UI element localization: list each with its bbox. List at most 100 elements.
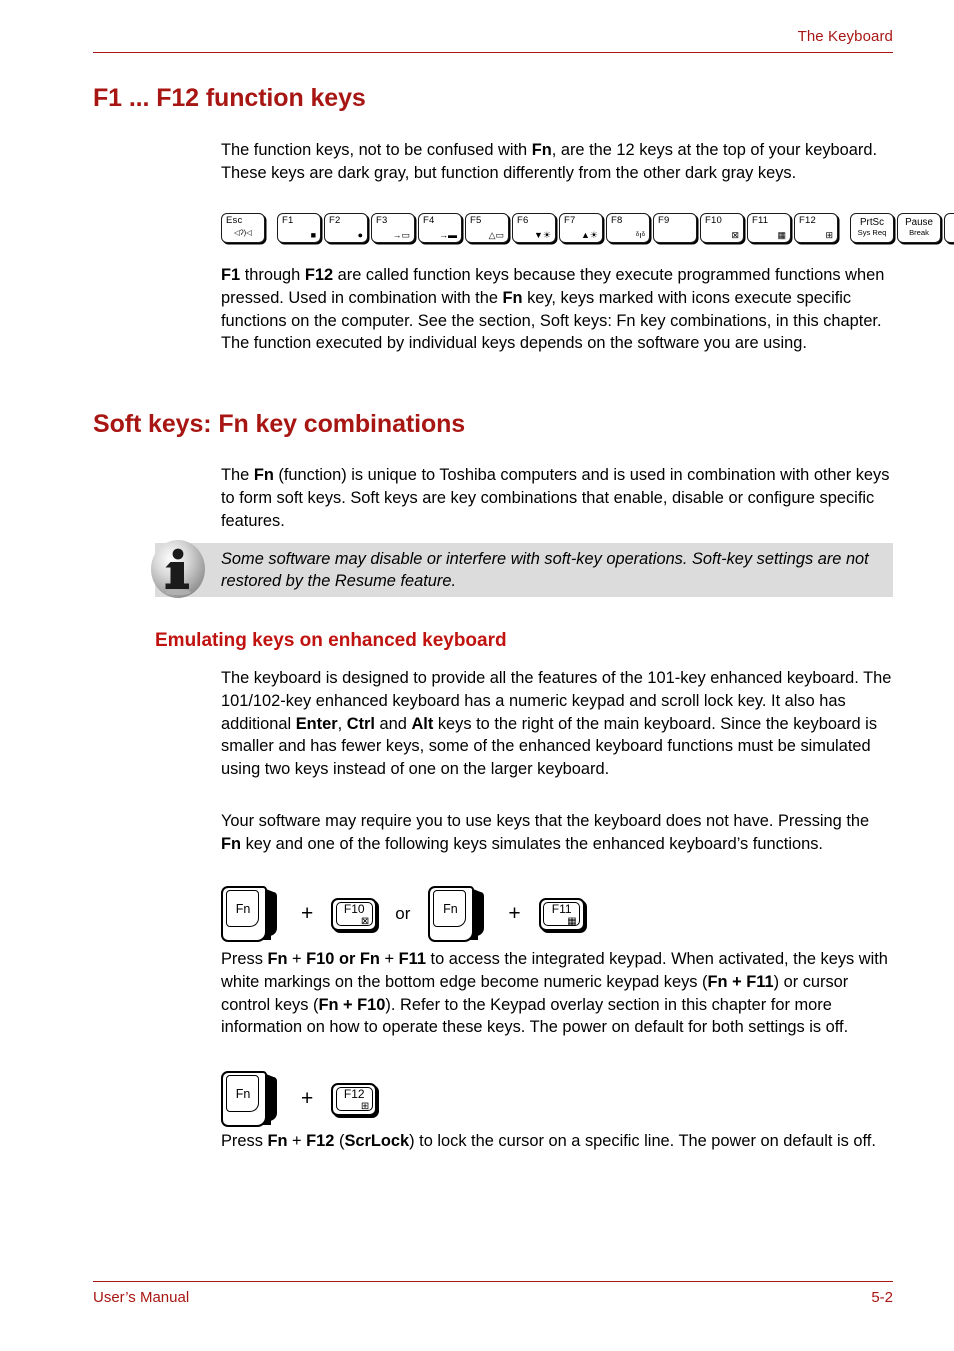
p4-bold-enter: Enter: [295, 714, 338, 733]
p6-bold-fn-f10: Fn + F10: [318, 995, 386, 1014]
p4-bold-ctrl: Ctrl: [346, 714, 375, 733]
p6-part-a: Press: [221, 950, 268, 968]
key-f10-label: F10: [705, 215, 722, 226]
key-f12-label: F12: [799, 215, 816, 226]
key-esc: Esc ◁ʔ)◁: [221, 213, 265, 243]
p2-part-b: through: [240, 266, 305, 284]
p1-bold-fn: Fn: [531, 141, 552, 159]
p7-part-e: (: [334, 1132, 345, 1150]
p7-part-g: ) to lock the cursor on a specific line.…: [409, 1132, 876, 1150]
keycap-f10: F10 ⊠: [331, 897, 378, 931]
numeric-overlay-icon: ▦: [567, 915, 577, 927]
page-footer: User’s Manual 5-2: [93, 1281, 893, 1307]
display-select-icon: △▭: [488, 230, 504, 240]
p6-part-c: +: [287, 950, 307, 968]
p6-bold-fn: Fn: [267, 950, 288, 968]
p6-bold-f10-or-fn: F10 or Fn: [306, 950, 380, 968]
key-f5-label: F5: [470, 215, 482, 226]
keycap-fn-3: Fn: [221, 1071, 283, 1127]
key-f1: F1 ■: [277, 213, 321, 243]
key-f2: F2 ●: [324, 213, 368, 243]
key-f9-label: F9: [658, 215, 670, 226]
info-icon: [148, 538, 208, 600]
p7-bold-fn: Fn: [267, 1132, 288, 1150]
plus-sign-2: +: [508, 902, 521, 925]
subsection-title-emulating-keys: Emulating keys on enhanced keyboard: [155, 630, 507, 651]
key-f7-label: F7: [564, 215, 576, 226]
key-windows: ⊞: [944, 213, 954, 243]
key-f4: F4 →▬: [418, 213, 462, 243]
p7-bold-f12: F12: [306, 1132, 335, 1150]
paragraph-press-fn-f10-f11: Press Fn + F10 or Fn + F11 to access the…: [221, 948, 893, 1039]
page-title: F1 ... F12 function keys: [93, 84, 366, 112]
keycap-f12-label: F12: [343, 1086, 365, 1101]
paragraph-enhanced-keyboard: The keyboard is designed to provide all …: [221, 667, 893, 781]
key-f6: F6 ▼☀: [512, 213, 556, 243]
key-f3-label: F3: [376, 215, 388, 226]
keycap-fn-2-label: Fn: [443, 902, 458, 916]
keyboard-function-row-figure: Esc ◁ʔ)◁ F1 ■ F2 ● F3 →▭ F4 →▬ F5 △▭ F6 …: [221, 213, 954, 243]
scrlock-icon: ⊞: [825, 230, 833, 240]
document-page: The Keyboard F1 ... F12 function keys Th…: [0, 0, 954, 1351]
keycap-fn-2: Fn: [428, 886, 490, 942]
note-callout: Some software may disable or interfere w…: [155, 543, 893, 597]
hibernate-icon: →▬: [439, 230, 457, 240]
cursor-overlay-icon: ⊠: [360, 915, 370, 927]
numeric-overlay-icon: ▦: [777, 230, 786, 240]
paragraph-function-keys-intro: The function keys, not to be confused wi…: [221, 139, 893, 185]
p4-bold-alt: Alt: [411, 714, 434, 733]
key-f2-label: F2: [329, 215, 341, 226]
footer-manual-label: User’s Manual: [93, 1289, 190, 1306]
or-conjunction: or: [395, 904, 411, 923]
key-printscreen-sublabel: Sys Req: [857, 228, 887, 237]
cursor-overlay-icon: ⊠: [731, 230, 739, 240]
paragraph-press-fn-f12: Press Fn + F12 (ScrLock) to lock the cur…: [221, 1130, 893, 1153]
standby-icon: →▭: [392, 230, 410, 240]
p7-part-a: Press: [221, 1132, 268, 1150]
page-number: 5-2: [871, 1289, 893, 1306]
key-f4-label: F4: [423, 215, 435, 226]
key-pause-sublabel: Break: [909, 228, 929, 237]
scrlock-icon: ⊞: [360, 1100, 370, 1112]
paragraph-fn-description: The Fn (function) is unique to Toshiba c…: [221, 464, 893, 532]
mute-speaker-icon: ◁ʔ)◁: [233, 228, 252, 237]
key-f10: F10 ⊠: [700, 213, 744, 243]
key-combination-figure-f10-f11: Fn + F10 ⊠ or Fn + F11 ▦: [221, 886, 585, 942]
key-f8-label: F8: [611, 215, 623, 226]
keycap-fn-1: Fn: [221, 886, 283, 942]
keycap-f11: F11 ▦: [538, 897, 585, 931]
key-pause: Pause Break: [897, 213, 941, 243]
p6-part-e: +: [379, 950, 399, 968]
key-f8: F8 ᵟıᵟ: [606, 213, 650, 243]
key-f9: F9: [653, 213, 697, 243]
key-f12: F12 ⊞: [794, 213, 838, 243]
p5-part-c: key and one of the following keys simula…: [241, 834, 823, 853]
footer-row: User’s Manual 5-2: [93, 1289, 893, 1307]
p3-bold-fn: Fn: [253, 466, 274, 484]
p4-part-e: and: [374, 714, 412, 733]
power-save-icon: ●: [357, 230, 363, 240]
p2-bold-f1: F1: [221, 266, 241, 284]
key-printscreen: PrtSc Sys Req: [850, 213, 894, 243]
p1-part-a: The function keys, not to be confused wi…: [221, 141, 532, 159]
p3-part-c: (function) is unique to Toshiba computer…: [221, 466, 890, 530]
keycap-fn-3-label: Fn: [235, 1087, 251, 1101]
key-f11-label: F11: [752, 215, 769, 226]
plus-sign-3: +: [301, 1087, 314, 1110]
brightness-down-icon: ▼☀: [534, 230, 551, 240]
p5-part-a: Your software may require you to use key…: [221, 812, 870, 830]
header-title: The Keyboard: [797, 28, 893, 45]
key-f11: F11 ▦: [747, 213, 791, 243]
keycap-f12: F12 ⊞: [331, 1082, 378, 1116]
paragraph-f1-through-f12: F1 through F12 are called function keys …: [221, 264, 893, 355]
keycap-f11-label: F11: [551, 901, 572, 916]
header-rule: [93, 52, 893, 53]
footer-rule: [93, 1281, 893, 1282]
brightness-up-icon: ▲☀: [581, 230, 598, 240]
keycap-fn-1-label: Fn: [235, 902, 251, 916]
p6-bold-f11: F11: [398, 950, 426, 968]
key-f1-label: F1: [282, 215, 294, 226]
key-printscreen-label: PrtSc: [860, 217, 884, 228]
key-f3: F3 →▭: [371, 213, 415, 243]
p5-bold-fn: Fn: [221, 834, 242, 853]
